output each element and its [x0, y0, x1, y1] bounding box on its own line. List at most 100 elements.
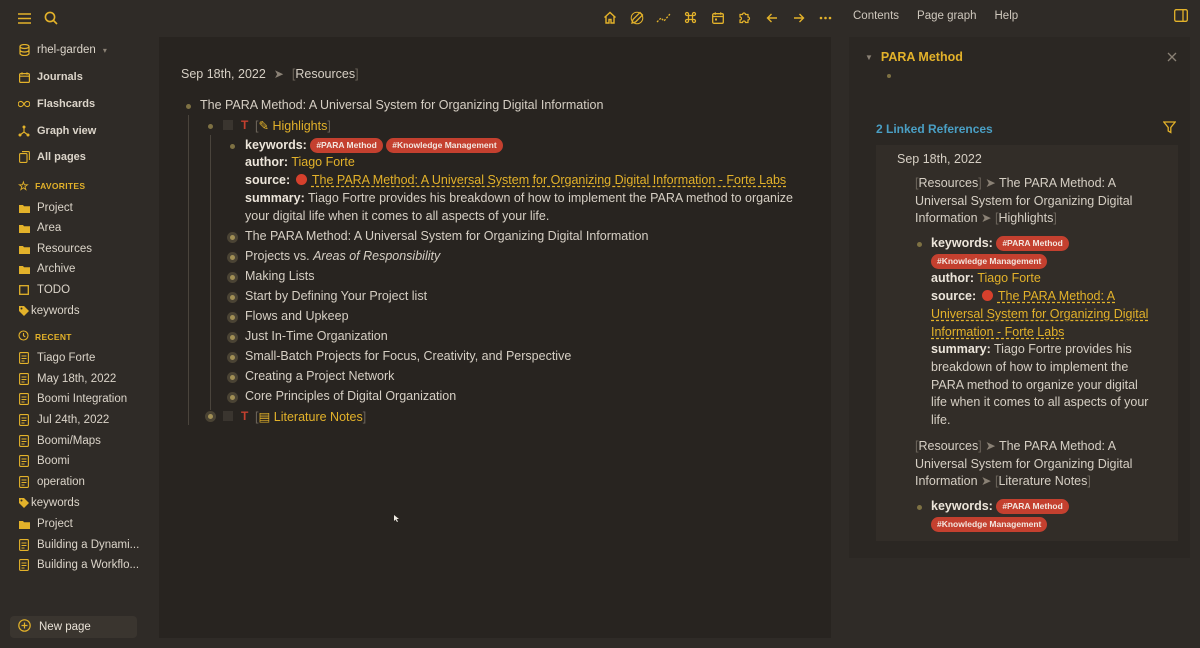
list-item[interactable]: Creating a Project Network — [245, 369, 394, 383]
filter-icon[interactable] — [1162, 121, 1177, 137]
block-title[interactable]: The PARA Method: A Universal System for … — [200, 98, 603, 112]
list-item[interactable]: Small-Batch Projects for Focus, Creativi… — [245, 349, 571, 363]
author-link[interactable]: Tiago Forte — [977, 271, 1040, 285]
list-item[interactable]: Start by Defining Your Project list — [245, 289, 427, 303]
list-item[interactable]: Projects vs. Areas of Responsibility — [245, 249, 440, 263]
sidebar-item-all-pages[interactable]: All pages — [18, 147, 86, 167]
collapse-triangle-icon[interactable]: ▼ — [865, 53, 873, 62]
collapsed-bullet[interactable] — [227, 332, 238, 343]
sidebar-item-journals[interactable]: Journals — [18, 67, 83, 87]
ref-path-item[interactable]: Information — [915, 211, 978, 225]
more-icon[interactable] — [816, 8, 835, 27]
recent-item[interactable]: Jul 24th, 2022 — [18, 410, 109, 430]
ref-path-item[interactable]: Resources — [918, 439, 978, 453]
breadcrumb-page[interactable]: Resources — [295, 67, 355, 81]
new-page-button[interactable]: New page — [10, 616, 137, 638]
breadcrumb-date[interactable]: Sep 18th, 2022 — [181, 67, 266, 81]
trend-icon[interactable] — [654, 8, 673, 27]
recent-header[interactable]: RECENT — [18, 330, 72, 343]
collapsed-bullet[interactable] — [227, 372, 238, 383]
favorite-item-project[interactable]: Project — [18, 198, 73, 218]
collapsed-bullet[interactable] — [227, 352, 238, 363]
list-item[interactable]: The PARA Method: A Universal System for … — [245, 229, 648, 243]
ref-path-item[interactable]: The PARA Method: A — [999, 176, 1116, 190]
command-icon[interactable] — [681, 8, 700, 27]
ref-path-item[interactable]: Information — [915, 474, 978, 488]
source-link-2[interactable]: Universal System for Organizing Digital — [931, 307, 1148, 321]
favorite-item-archive[interactable]: Archive — [18, 259, 75, 279]
collapsed-bullet[interactable] — [227, 312, 238, 323]
block-bullet[interactable] — [208, 124, 213, 129]
menu-icon[interactable] — [18, 11, 32, 25]
tag-knowledge-management[interactable]: #Knowledge Management — [386, 138, 503, 154]
block-bullet[interactable] — [917, 505, 922, 510]
collapsed-bullet[interactable] — [205, 411, 216, 422]
ref-path-item[interactable]: Universal System for Organizing Digital — [915, 194, 1132, 208]
pencil-icon[interactable] — [627, 8, 646, 27]
recent-item[interactable]: operation — [18, 472, 85, 492]
page-graph-menu[interactable]: Page graph — [917, 10, 976, 22]
tag-para-method[interactable]: #PARA Method — [996, 236, 1069, 252]
list-item[interactable]: Making Lists — [245, 269, 314, 283]
collapsed-bullet[interactable] — [227, 292, 238, 303]
panel-header[interactable]: ▼ PARA Method — [865, 50, 963, 64]
recent-item[interactable]: Building a Dynami... — [18, 535, 139, 555]
sidebar-item-graph-view[interactable]: Graph view — [18, 121, 96, 141]
empty-block-bullet[interactable] — [887, 74, 891, 78]
author-link[interactable]: Tiago Forte — [291, 155, 354, 169]
ref-path-item[interactable]: Resources — [918, 176, 978, 190]
source-link[interactable]: The PARA Method: A Universal System for … — [312, 173, 786, 187]
calendar-icon[interactable] — [708, 8, 727, 27]
sidebar-item-flashcards[interactable]: Flashcards — [18, 94, 95, 114]
literature-notes-link[interactable]: [▤ Literature Notes] — [255, 409, 366, 424]
home-icon[interactable] — [600, 8, 619, 27]
tag-knowledge-management[interactable]: #Knowledge Management — [931, 516, 1048, 532]
contents-menu[interactable]: Contents — [853, 10, 899, 22]
tag-para-method[interactable]: #PARA Method — [310, 138, 383, 154]
linked-references-title[interactable]: 2 Linked References — [876, 122, 993, 136]
recent-item[interactable]: Boomi/Maps — [18, 431, 101, 451]
tag-knowledge-management[interactable]: #Knowledge Management — [931, 253, 1048, 269]
puzzle-icon[interactable] — [735, 8, 754, 27]
recent-item[interactable]: keywords — [18, 493, 80, 513]
recent-item[interactable]: Boomi Integration — [18, 389, 127, 409]
ref-date[interactable]: Sep 18th, 2022 — [897, 151, 982, 169]
recent-item[interactable]: May 18th, 2022 — [18, 369, 116, 389]
favorite-item-resources[interactable]: Resources — [18, 239, 92, 259]
recent-item[interactable]: Tiago Forte — [18, 348, 95, 368]
collapsed-bullet[interactable] — [227, 232, 238, 243]
recent-item[interactable]: Building a Workflo... — [18, 555, 139, 575]
list-item[interactable]: Flows and Upkeep — [245, 309, 349, 323]
ref-path-item[interactable]: The PARA Method: A — [999, 439, 1116, 453]
panel-title[interactable]: PARA Method — [881, 50, 963, 64]
favorite-item-area[interactable]: Area — [18, 218, 61, 238]
favorites-header[interactable]: ☆ FAVORITES — [18, 179, 85, 193]
list-item[interactable]: Core Principles of Digital Organization — [245, 389, 456, 403]
collapsed-bullet[interactable] — [227, 392, 238, 403]
favorite-item-keywords[interactable]: keywords — [18, 301, 80, 321]
block-bullet[interactable] — [917, 242, 922, 247]
task-checkbox[interactable] — [223, 120, 233, 130]
graph-selector[interactable]: rhel-garden ▾ — [18, 40, 107, 60]
collapsed-bullet[interactable] — [227, 252, 238, 263]
recent-item[interactable]: Boomi — [18, 451, 70, 471]
recent-item[interactable]: Project — [18, 514, 73, 534]
task-checkbox[interactable] — [223, 411, 233, 421]
ref-path-item[interactable]: Universal System for Organizing Digital — [915, 457, 1132, 471]
back-arrow-icon[interactable] — [762, 8, 781, 27]
close-icon[interactable] — [1167, 51, 1177, 65]
help-menu[interactable]: Help — [995, 10, 1019, 22]
highlights-link[interactable]: [✎ Highlights] — [255, 118, 331, 133]
ref-path-item[interactable]: Literature Notes — [998, 474, 1087, 488]
block-bullet[interactable] — [186, 104, 191, 109]
source-link-1[interactable]: The PARA Method: A — [998, 289, 1115, 303]
toggle-right-sidebar-icon[interactable] — [1174, 9, 1188, 25]
block-bullet[interactable] — [230, 144, 235, 149]
collapsed-bullet[interactable] — [227, 272, 238, 283]
favorite-item-todo[interactable]: TODO — [18, 280, 70, 300]
forward-arrow-icon[interactable] — [789, 8, 808, 27]
source-link-3[interactable]: Information - Forte Labs — [931, 325, 1064, 339]
ref-path-item[interactable]: Highlights — [998, 211, 1053, 225]
list-item[interactable]: Just In-Time Organization — [245, 329, 388, 343]
search-icon[interactable] — [44, 11, 58, 25]
